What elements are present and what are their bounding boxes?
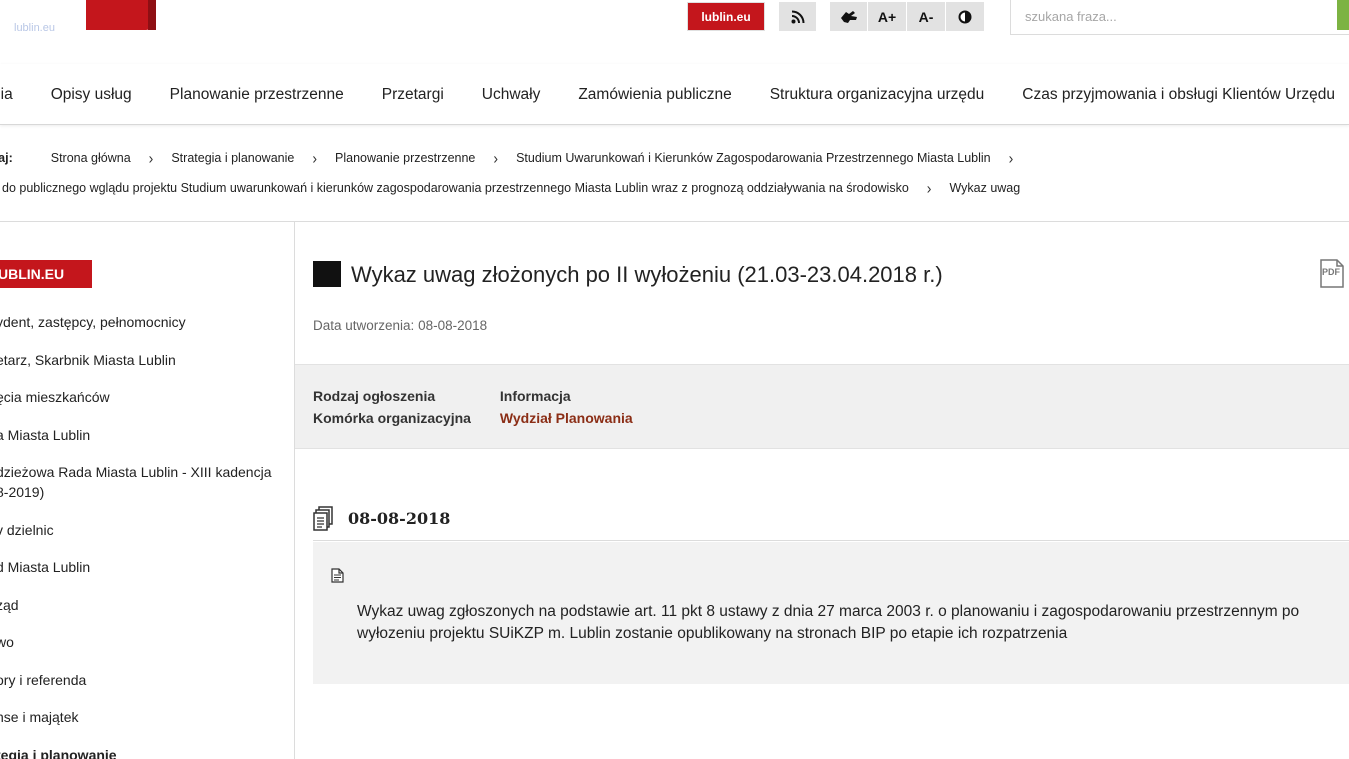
title-marker xyxy=(313,261,341,287)
attachment-description: Wykaz uwag zgłoszonych na podstawie art.… xyxy=(357,603,1300,642)
nav-item-przetargi[interactable]: Przetargi xyxy=(382,86,444,104)
nav-item-opisy-uslug[interactable]: Opisy usług xyxy=(51,86,132,104)
contrast-button[interactable] xyxy=(946,2,984,31)
document-icon[interactable] xyxy=(331,568,344,588)
main-content: Wykaz uwag złożonych po II wyłożeniu (21… xyxy=(295,222,1349,759)
breadcrumb-link[interactable]: Strona główna xyxy=(51,151,131,165)
chevron-right-icon: › xyxy=(926,179,932,197)
nav-item-uchwaly[interactable]: Uchwały xyxy=(482,86,541,104)
contrast-icon xyxy=(958,10,972,24)
nav-item[interactable]: nia xyxy=(0,86,13,104)
rss-button[interactable] xyxy=(779,2,816,31)
search-input[interactable] xyxy=(1011,0,1331,32)
sidebar-item-active[interactable]: tegia i planowanie xyxy=(0,745,281,759)
breadcrumb-link[interactable]: do publicznego wglądu projektu Studium u… xyxy=(2,181,909,195)
font-increase-button[interactable]: A+ xyxy=(868,2,906,31)
sidebar-item[interactable]: a Miasta Lublin xyxy=(0,425,281,445)
nav-item-zamowienia[interactable]: Zamówienia publiczne xyxy=(578,86,731,104)
pdf-icon[interactable]: PDF xyxy=(1319,259,1345,289)
sidebar-item[interactable]: ząd xyxy=(0,595,281,615)
sidebar-item[interactable]: v dzielnic xyxy=(0,520,281,540)
metadata-panel: Rodzaj ogłoszenia Informacja Komórka org… xyxy=(295,364,1349,449)
chevron-right-icon: › xyxy=(148,149,154,167)
top-bar: lublin.eu lublin.eu A+ A- xyxy=(0,0,1349,64)
meta-unit-label: Komórka organizacyjna xyxy=(313,410,471,426)
attachment-date: 08-08-2018 xyxy=(348,509,451,528)
sidebar-item[interactable]: d Miasta Lublin xyxy=(0,557,281,577)
breadcrumb-row: do publicznego wglądu projektu Studium u… xyxy=(2,179,1021,197)
page-title: Wykaz uwag złożonych po II wyłożeniu (21… xyxy=(351,262,943,287)
sidebar-item[interactable]: ęcia mieszkańców xyxy=(0,387,281,407)
sign-language-icon xyxy=(839,9,859,25)
ghost-logo-text: lublin.eu xyxy=(14,22,55,34)
nav-item-czas-przyjmowania[interactable]: Czas przyjmowania i obsługi Klientów Urz… xyxy=(1022,86,1335,104)
sidebar-item[interactable]: ory i referenda xyxy=(0,670,281,690)
sidebar: UBLIN.EU ydent, zastępcy, pełnomocnicy e… xyxy=(0,222,295,759)
created-date: Data utworzenia: 08-08-2018 xyxy=(313,318,487,333)
sidebar-menu: ydent, zastępcy, pełnomocnicy etarz, Ska… xyxy=(0,312,281,759)
breadcrumb-row: taj: Strona główna › Strategia i planowa… xyxy=(0,149,1031,167)
logo-flag[interactable] xyxy=(86,0,156,30)
font-decrease-button[interactable]: A- xyxy=(907,2,945,31)
meta-row-unit: Komórka organizacyjna Wydział Planowania xyxy=(313,410,633,426)
sidebar-brand-badge[interactable]: UBLIN.EU xyxy=(0,260,92,288)
chevron-right-icon: › xyxy=(1008,149,1014,167)
sign-language-button[interactable] xyxy=(830,2,867,31)
created-label: Data utworzenia: xyxy=(313,318,415,333)
created-value: 08-08-2018 xyxy=(418,318,488,333)
main-nav: nia Opisy usług Planowanie przestrzenne … xyxy=(0,64,1349,125)
meta-row-type: Rodzaj ogłoszenia Informacja xyxy=(313,388,571,404)
sidebar-item[interactable]: dzieżowa Rada Miasta Lublin - XIII kaden… xyxy=(0,462,281,502)
meta-type-label: Rodzaj ogłoszenia xyxy=(313,388,436,404)
nav-item-struktura[interactable]: Struktura organizacyjna urzędu xyxy=(770,86,985,104)
sidebar-item[interactable]: nse i majątek xyxy=(0,707,281,727)
sidebar-item[interactable]: wo xyxy=(0,632,281,652)
nav-item-planowanie[interactable]: Planowanie przestrzenne xyxy=(170,86,344,104)
lublin-portal-button[interactable]: lublin.eu xyxy=(687,2,765,31)
search-submit-button[interactable] xyxy=(1337,0,1349,30)
search-box xyxy=(1010,0,1349,35)
attachments-icon xyxy=(313,506,335,537)
svg-text:PDF: PDF xyxy=(1322,267,1341,277)
breadcrumb-current: Wykaz uwag xyxy=(949,181,1021,195)
breadcrumb-link[interactable]: Strategia i planowanie xyxy=(171,151,294,165)
chevron-right-icon: › xyxy=(312,149,318,167)
sidebar-brand-label: UBLIN.EU xyxy=(0,266,65,282)
meta-unit-link[interactable]: Wydział Planowania xyxy=(500,410,633,426)
sidebar-item[interactable]: ydent, zastępcy, pełnomocnicy xyxy=(0,312,281,332)
breadcrumb-label: taj: xyxy=(0,151,13,165)
attachment-box: Wykaz uwag zgłoszonych na podstawie art.… xyxy=(313,542,1349,684)
rss-icon xyxy=(791,10,805,24)
chevron-right-icon: › xyxy=(493,149,499,167)
attachment-header: 08-08-2018 xyxy=(313,505,1349,541)
breadcrumb-link[interactable]: Planowanie przestrzenne xyxy=(335,151,475,165)
meta-type-value: Informacja xyxy=(499,388,571,404)
breadcrumb: taj: Strona główna › Strategia i planowa… xyxy=(0,126,1349,222)
sidebar-item[interactable]: etarz, Skarbnik Miasta Lublin xyxy=(0,350,281,370)
breadcrumb-link[interactable]: Studium Uwarunkowań i Kierunków Zagospod… xyxy=(516,151,991,165)
